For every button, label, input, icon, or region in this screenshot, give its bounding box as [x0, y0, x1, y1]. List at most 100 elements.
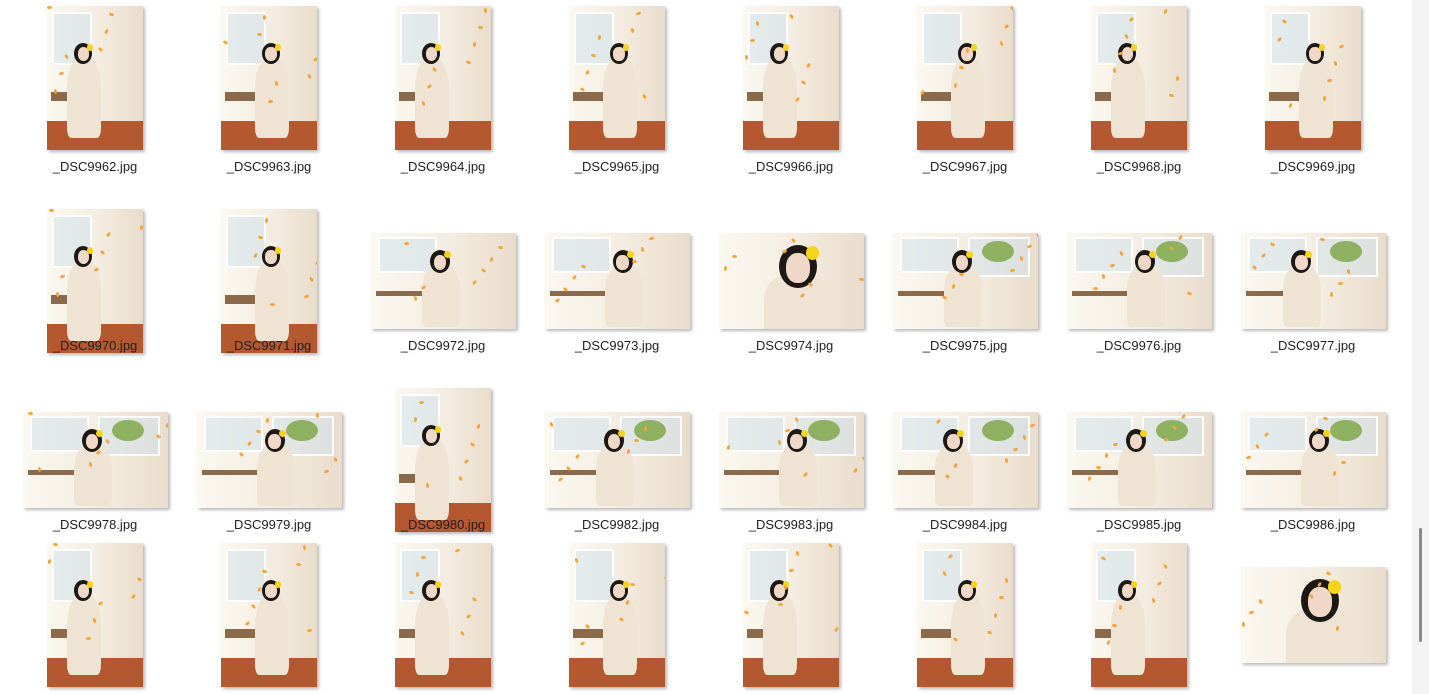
file-thumbnail[interactable]	[47, 543, 143, 687]
window	[551, 236, 611, 274]
file-name-label: _DSC9965.jpg	[574, 159, 660, 174]
hair-flower	[1327, 580, 1342, 594]
window	[225, 214, 267, 268]
plant	[982, 419, 1015, 441]
file-thumbnail[interactable]	[718, 412, 864, 508]
file-thumbnail[interactable]	[47, 209, 143, 353]
hair-flower	[87, 581, 94, 588]
file-name-label: _DSC9982.jpg	[574, 517, 660, 532]
hair-flower	[622, 581, 629, 588]
file-name-label: _DSC9963.jpg	[226, 159, 312, 174]
file-thumbnail[interactable]	[1066, 412, 1212, 508]
hair-flower	[274, 247, 281, 254]
model-dress	[256, 444, 295, 506]
model-dress	[254, 56, 289, 138]
hair-flower	[1131, 581, 1138, 588]
floating-petal	[663, 575, 665, 580]
hair-flower	[87, 44, 94, 51]
file-thumbnail[interactable]	[22, 412, 168, 508]
file-thumbnail[interactable]	[917, 543, 1013, 687]
file-name-label: _DSC9979.jpg	[226, 517, 312, 532]
file-thumbnail[interactable]	[917, 6, 1013, 150]
model-dress	[604, 265, 643, 327]
file-thumbnail[interactable]	[569, 6, 665, 150]
model-dress	[1111, 593, 1146, 675]
file-thumbnail[interactable]	[395, 543, 491, 687]
hair-flower	[435, 44, 442, 51]
file-thumbnail[interactable]	[743, 6, 839, 150]
file-thumbnail[interactable]	[395, 388, 491, 532]
floating-petal	[1322, 95, 1326, 101]
file-thumbnail[interactable]	[1240, 567, 1386, 663]
plant	[1330, 419, 1363, 441]
file-name-label: _DSC9986.jpg	[1270, 517, 1356, 532]
hair-flower	[435, 581, 442, 588]
vertical-scrollbar[interactable]	[1412, 0, 1429, 694]
plant	[1330, 240, 1363, 262]
file-thumbnail[interactable]	[1066, 233, 1212, 329]
hair-flower	[1131, 44, 1138, 51]
file-thumbnail[interactable]	[544, 412, 690, 508]
floating-petal	[1111, 623, 1118, 628]
window	[573, 548, 615, 602]
table	[550, 290, 612, 297]
model-dress	[935, 444, 974, 506]
file-thumbnail[interactable]	[221, 543, 317, 687]
model-dress	[763, 56, 798, 138]
floating-petal	[631, 259, 637, 264]
plant	[286, 419, 319, 441]
file-thumbnail[interactable]	[892, 412, 1038, 508]
model-dress	[778, 444, 817, 506]
floating-petal	[302, 544, 306, 550]
file-thumbnail[interactable]	[544, 233, 690, 329]
file-thumbnail[interactable]	[892, 233, 1038, 329]
plant	[1156, 240, 1189, 262]
model-dress	[1283, 265, 1322, 327]
window	[921, 11, 963, 65]
window	[921, 548, 963, 602]
floating-petal	[37, 466, 42, 472]
file-thumbnail[interactable]	[47, 6, 143, 150]
model-dress	[67, 259, 102, 341]
file-thumbnail[interactable]	[743, 543, 839, 687]
file-thumbnail[interactable]	[1240, 233, 1386, 329]
file-thumbnail[interactable]	[1240, 412, 1386, 508]
floating-petal	[420, 555, 426, 560]
file-thumbnail[interactable]	[221, 209, 317, 353]
floating-petal	[1095, 465, 1101, 470]
file-thumbnail[interactable]	[221, 6, 317, 150]
floating-petal	[48, 209, 55, 213]
model-dress	[254, 259, 289, 341]
floating-petal	[1009, 268, 1016, 272]
window	[1073, 236, 1133, 274]
hair-flower	[87, 247, 94, 254]
floating-petal	[269, 302, 276, 306]
file-thumbnail[interactable]	[1265, 6, 1361, 150]
file-thumbnail[interactable]	[1091, 6, 1187, 150]
file-thumbnail[interactable]	[370, 233, 516, 329]
file-thumbnail[interactable]	[196, 412, 342, 508]
file-name-label: _DSC9974.jpg	[748, 338, 834, 353]
floating-petal	[1337, 281, 1343, 286]
hair-flower	[435, 426, 442, 433]
file-name-label: _DSC9962.jpg	[52, 159, 138, 174]
floating-petal	[53, 88, 58, 94]
file-thumbnail[interactable]	[395, 6, 491, 150]
file-name-label: _DSC9972.jpg	[400, 338, 486, 353]
file-name-label: _DSC9966.jpg	[748, 159, 834, 174]
file-thumbnail[interactable]	[718, 233, 864, 329]
model-dress	[67, 56, 102, 138]
file-thumbnail[interactable]	[569, 543, 665, 687]
floating-petal	[47, 6, 52, 9]
hair-flower	[805, 246, 820, 260]
hair-flower	[783, 44, 790, 51]
plant	[634, 419, 667, 441]
model-dress	[422, 265, 461, 327]
scrollbar-thumb[interactable]	[1419, 528, 1422, 642]
floating-petal	[403, 241, 410, 246]
file-thumbnail[interactable]	[1091, 543, 1187, 687]
model-dress	[602, 56, 637, 138]
floating-petal	[1092, 286, 1098, 290]
floating-petal	[731, 254, 737, 259]
model-dress	[950, 593, 985, 675]
